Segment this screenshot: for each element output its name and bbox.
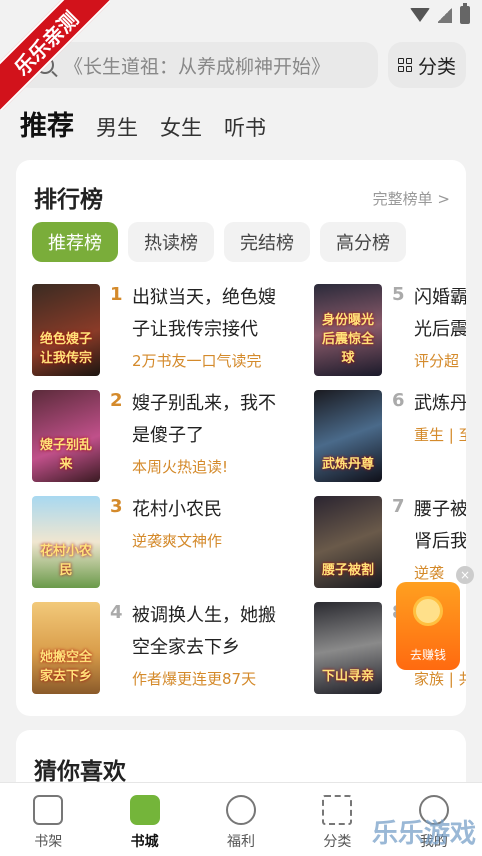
wifi-icon: [410, 8, 430, 22]
book-title: 腰子被: [414, 499, 466, 520]
nav-welfare-label: 福利: [227, 834, 256, 850]
rank-tab-high-score[interactable]: 高分榜: [320, 222, 406, 262]
nav-bookshelf-label: 书架: [34, 834, 63, 850]
rank-tab-recommend[interactable]: 推荐榜: [32, 222, 118, 262]
ranking-title: 排行榜: [34, 187, 103, 213]
book-title: 武炼丹: [414, 393, 466, 414]
book-cover: 武炼丹尊: [314, 390, 382, 482]
book-tag: 评分超: [414, 352, 460, 370]
book-tag: 2万书友一口气读完: [132, 352, 262, 370]
book-item[interactable]: 身份曝光后震惊全球 5 闪婚霸 光后震 评分超: [314, 284, 466, 376]
bookstore-icon: [129, 795, 160, 825]
close-icon[interactable]: ×: [456, 566, 474, 584]
guess-you-like-title: 猜你喜欢: [34, 759, 126, 785]
book-rank: 3: [110, 496, 123, 517]
tab-female[interactable]: 女生: [160, 112, 202, 142]
book-title-line2: 光后震: [414, 319, 466, 340]
status-icons: [410, 3, 470, 24]
nav-bookstore[interactable]: 书城: [96, 783, 192, 856]
earn-money-box[interactable]: 去赚钱: [396, 582, 460, 670]
book-item[interactable]: 花村小农民 3 花村小农民 逆袭爽文神作: [32, 496, 302, 588]
coin-icon: [413, 596, 443, 626]
book-title: 被调换人生，她搬空全家去下乡: [132, 605, 276, 658]
book-cover: 腰子被割: [314, 496, 382, 588]
tab-male[interactable]: 男生: [96, 112, 138, 142]
book-rank: 4: [110, 602, 123, 623]
book-title: 嫂子别乱来，我不是傻子了: [132, 393, 276, 446]
book-cover: 绝色嫂子让我传宗: [32, 284, 100, 376]
book-cover: 身份曝光后震惊全球: [314, 284, 382, 376]
guess-you-like-card: 猜你喜欢: [16, 730, 466, 790]
rank-tab-completed[interactable]: 完结榜: [224, 222, 310, 262]
book-title: 花村小农民: [132, 499, 222, 520]
book-title-line2: 肾后我: [414, 531, 466, 552]
nav-bookstore-label: 书城: [130, 834, 159, 850]
bookshelf-icon: [33, 795, 64, 825]
book-item[interactable]: 嫂子别乱来 2 嫂子别乱来，我不是傻子了 本周火热追读!: [32, 390, 302, 482]
book-tag: 重生 | 至: [414, 426, 466, 444]
book-item[interactable]: 武炼丹尊 6 武炼丹 重生 | 至: [314, 390, 466, 482]
book-cover: 她搬空全家去下乡: [32, 602, 100, 694]
nav-bookshelf[interactable]: 书架: [0, 783, 96, 856]
nav-category-label: 分类: [323, 834, 352, 850]
signal-icon: [438, 7, 452, 23]
full-ranking-link[interactable]: 完整榜单 >: [373, 188, 450, 209]
nav-welfare[interactable]: 福利: [193, 783, 289, 856]
book-title: 出狱当天，绝色嫂子让我传宗接代: [132, 287, 276, 340]
book-title: 闪婚霸: [414, 287, 466, 308]
book-item[interactable]: 绝色嫂子让我传宗 1 出狱当天，绝色嫂子让我传宗接代 2万书友一口气读完: [32, 284, 302, 376]
book-rank: 2: [110, 390, 123, 411]
earn-money-label: 去赚钱: [409, 648, 446, 662]
corner-watermark-badge: 乐乐亲测: [0, 0, 110, 110]
rank-tab-hot[interactable]: 热读榜: [128, 222, 214, 262]
welfare-icon: [226, 795, 257, 825]
watermark: 乐乐游戏: [371, 819, 476, 849]
book-tag: 本周火热追读!: [132, 458, 229, 476]
book-cover: 下山寻亲: [314, 602, 382, 694]
ranking-tabs: 推荐榜 热读榜 完结榜 高分榜: [32, 222, 406, 262]
book-rank: 6: [392, 390, 405, 411]
category-button-label: 分类: [417, 55, 456, 78]
corner-badge-text: 乐乐亲测: [0, 0, 110, 110]
book-tag: 作者爆更连更87天: [132, 670, 257, 688]
book-rank: 7: [392, 496, 405, 517]
category-icon: [322, 795, 353, 825]
earn-money-widget[interactable]: 去赚钱 ×: [396, 566, 474, 674]
book-cover: 花村小农民: [32, 496, 100, 588]
category-button[interactable]: 分类: [388, 42, 466, 88]
book-rank: 5: [392, 284, 405, 305]
book-tag: 逆袭爽文神作: [132, 532, 223, 550]
tab-audiobook[interactable]: 听书: [224, 112, 266, 142]
book-rank: 1: [110, 284, 123, 305]
book-item[interactable]: 腰子被割 7 腰子被 肾后我 逆袭: [314, 496, 466, 588]
book-cover: 嫂子别乱来: [32, 390, 100, 482]
grid-icon: [397, 58, 412, 72]
book-item[interactable]: 她搬空全家去下乡 4 被调换人生，她搬空全家去下乡 作者爆更连更87天: [32, 602, 302, 694]
battery-icon: [460, 3, 470, 24]
